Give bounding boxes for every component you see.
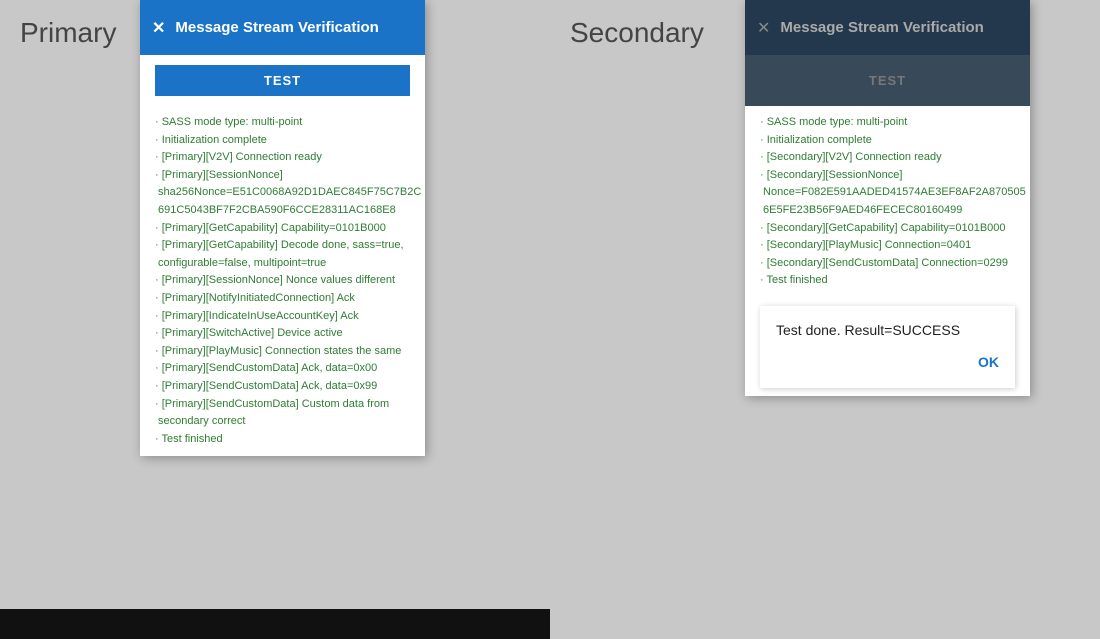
primary-panel: Primary ✕ Message Stream Verification TE… [0, 0, 550, 639]
list-item: · Test finished [155, 431, 410, 449]
primary-dialog: ✕ Message Stream Verification TEST · SAS… [140, 0, 425, 456]
list-item: · SASS mode type: multi-point [760, 114, 1015, 132]
list-item: · [Primary][SendCustomData] Custom data … [155, 396, 410, 431]
list-item: · [Primary][SessionNonce] sha256Nonce=E5… [155, 167, 410, 220]
list-item: · [Secondary][GetCapability] Capability=… [760, 220, 1015, 238]
result-ok-area: OK [776, 354, 999, 372]
list-item: · [Primary][V2V] Connection ready [155, 149, 410, 167]
result-ok-button[interactable]: OK [978, 354, 999, 370]
secondary-dialog-header: ✕ Message Stream Verification [745, 0, 1030, 55]
secondary-close-button[interactable]: ✕ [757, 18, 770, 38]
list-item: · [Primary][GetCapability] Decode done, … [155, 237, 410, 272]
primary-label: Primary [0, 0, 140, 65]
list-item: · [Primary][IndicateInUseAccountKey] Ack [155, 308, 410, 326]
list-item: · [Secondary][SessionNonce] Nonce=F082E5… [760, 167, 1015, 220]
list-item: · Initialization complete [760, 132, 1015, 150]
list-item: · [Primary][GetCapability] Capability=01… [155, 220, 410, 238]
secondary-test-button: TEST [760, 65, 1015, 96]
list-item: · [Primary][SendCustomData] Ack, data=0x… [155, 360, 410, 378]
list-item: · [Primary][NotifyInitiatedConnection] A… [155, 290, 410, 308]
list-item: · SASS mode type: multi-point [155, 114, 410, 132]
list-item: · [Primary][SwitchActive] Device active [155, 325, 410, 343]
primary-log-area: · SASS mode type: multi-point · Initiali… [140, 106, 425, 456]
primary-bottom-bar [0, 609, 550, 639]
list-item: · [Secondary][SendCustomData] Connection… [760, 255, 1015, 273]
secondary-test-button-area: TEST [745, 55, 1030, 106]
secondary-dialog-title: Message Stream Verification [780, 19, 983, 36]
list-item: · [Primary][PlayMusic] Connection states… [155, 343, 410, 361]
primary-test-button[interactable]: TEST [155, 65, 410, 96]
secondary-label: Secondary [550, 0, 745, 65]
secondary-result-dialog: Test done. Result=SUCCESS OK [760, 306, 1015, 388]
secondary-log-area: · SASS mode type: multi-point · Initiali… [745, 106, 1030, 298]
secondary-panel: Secondary ✕ Message Stream Verification … [550, 0, 1100, 639]
list-item: · [Secondary][PlayMusic] Connection=0401 [760, 237, 1015, 255]
secondary-dialog: ✕ Message Stream Verification TEST · SAS… [745, 0, 1030, 396]
primary-close-button[interactable]: ✕ [152, 18, 165, 38]
primary-dialog-header: ✕ Message Stream Verification [140, 0, 425, 55]
list-item: · Test finished [760, 272, 1015, 290]
list-item: · [Primary][SendCustomData] Ack, data=0x… [155, 378, 410, 396]
list-item: · [Primary][SessionNonce] Nonce values d… [155, 272, 410, 290]
primary-dialog-title: Message Stream Verification [175, 19, 378, 36]
primary-test-button-area: TEST [140, 55, 425, 106]
result-message: Test done. Result=SUCCESS [776, 322, 999, 338]
list-item: · [Secondary][V2V] Connection ready [760, 149, 1015, 167]
list-item: · Initialization complete [155, 132, 410, 150]
